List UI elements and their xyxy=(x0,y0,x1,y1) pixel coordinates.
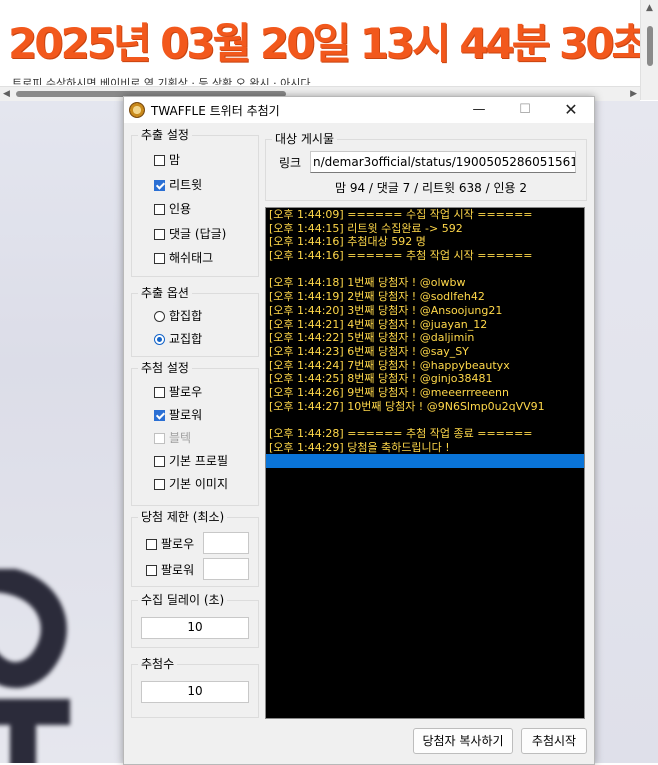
limit-follower-option[interactable]: 팔로워 xyxy=(146,562,194,578)
log-line: [오후 1:44:20] 3번째 당첨자 ! @Ansoojung21 xyxy=(269,303,503,317)
radio-intersection-dot[interactable] xyxy=(154,334,165,345)
extract-options-group: 추출 옵션 합집합 교집합 xyxy=(131,286,259,357)
limit-follower-input[interactable] xyxy=(203,558,249,580)
start-draw-button[interactable]: 추첨시작 xyxy=(521,728,587,754)
checkbox-default-image[interactable] xyxy=(154,479,165,490)
scroll-up-icon[interactable]: ▲ xyxy=(646,3,653,13)
limit-follow-option[interactable]: 팔로우 xyxy=(146,536,194,552)
draw-limit-group: 당첨 제한 (최소) 팔로우 팔로워 xyxy=(131,510,259,587)
checkbox-hashtag[interactable] xyxy=(154,253,165,264)
scrollbar-thumb-vertical[interactable] xyxy=(647,26,653,66)
draw-option-follower[interactable]: 팔로워 xyxy=(154,407,202,423)
log-line: [오후 1:44:16] ====== 추첨 작업 시작 ====== xyxy=(269,249,533,263)
log-console[interactable]: [오후 1:44:09] ====== 수집 작업 시작 ====== [오후 1… xyxy=(265,207,585,719)
log-line: [오후 1:44:09] ====== 수집 작업 시작 ====== xyxy=(269,208,533,221)
checkbox-follower[interactable] xyxy=(154,410,165,421)
checkbox-reply[interactable] xyxy=(154,229,165,240)
draw-option-block: 블텍 xyxy=(154,430,191,446)
extract-settings-group: 추출 설정 맘 리트윗 인용 댓글 (답글) 해쉬태그 xyxy=(131,128,259,277)
title-bar[interactable]: TWAFFLE 트위터 추첨기 — ☐ ✕ xyxy=(124,97,594,123)
maximize-button[interactable]: ☐ xyxy=(502,97,548,123)
log-line: [오후 1:44:23] 6번째 당첨자 ! @say_SY xyxy=(269,344,469,358)
post-stats: 맘 94 / 댓글 7 / 리트윗 638 / 인용 2 xyxy=(334,181,528,195)
blurred-background-image xyxy=(0,101,123,763)
winner-count-input[interactable]: 10 xyxy=(141,681,249,703)
winner-count-group: 추첨수 10 xyxy=(131,657,259,718)
checkbox-default-profile[interactable] xyxy=(154,456,165,467)
window-title: TWAFFLE 트위터 추첨기 xyxy=(151,104,280,118)
winner-count-label: 추첨수 xyxy=(138,657,178,671)
scroll-right-icon[interactable]: ▶ xyxy=(630,89,637,99)
log-line: [오후 1:44:29] 당첨을 축하드립니다 ! xyxy=(269,440,450,454)
log-line xyxy=(266,454,584,469)
log-line: [오후 1:44:21] 4번째 당첨자 ! @juayan_12 xyxy=(269,317,488,331)
minimize-button[interactable]: — xyxy=(456,97,502,123)
log-line: [오후 1:44:22] 5번째 당첨자 ! @daljimin xyxy=(269,331,475,345)
link-input[interactable]: n/demar3official/status/1900505286051561… xyxy=(310,151,576,173)
scroll-left-icon[interactable]: ◀ xyxy=(3,89,10,99)
draw-option-follow[interactable]: 팔로우 xyxy=(154,384,202,400)
draw-option-default-image[interactable]: 기본 이미지 xyxy=(154,476,228,492)
vertical-scrollbar[interactable]: ▲ xyxy=(640,0,658,100)
extract-options-label: 추출 옵션 xyxy=(138,286,192,300)
target-post-label: 대상 게시물 xyxy=(272,132,338,146)
extract-option-quote[interactable]: 인용 xyxy=(154,201,191,217)
log-line: [오후 1:44:28] ====== 추첨 작업 종료 ====== xyxy=(269,427,533,440)
copy-winners-button[interactable]: 당첨자 복사하기 xyxy=(413,728,513,754)
radio-union-dot[interactable] xyxy=(154,311,165,322)
blurred-glyph-shape xyxy=(0,569,70,763)
log-line: [오후 1:44:26] 9번째 당첨자 ! @meeerrreeenn xyxy=(269,385,509,399)
twaffle-app-icon xyxy=(129,102,145,118)
log-line: [오후 1:44:19] 2번째 당첨자 ! @sodlfeh42 xyxy=(269,290,485,304)
twaffle-window: TWAFFLE 트위터 추첨기 — ☐ ✕ 추출 설정 맘 리트윗 인용 댓글 … xyxy=(123,96,595,765)
collect-delay-input[interactable]: 10 xyxy=(141,617,249,639)
radio-intersection[interactable]: 교집합 xyxy=(154,331,202,347)
collect-delay-label: 수집 딜레이 (초) xyxy=(138,593,228,607)
draw-limit-label: 당첨 제한 (최소) xyxy=(138,510,228,524)
extract-option-hashtag[interactable]: 해쉬태그 xyxy=(154,250,213,266)
log-line: [오후 1:44:15] 리트윗 수집완료 -> 592 xyxy=(269,221,463,235)
date-banner: 2025년 03월 20일 13시 44분 30초 트로피 수상하시면 베이비로… xyxy=(0,0,640,85)
banner-date-text: 2025년 03월 20일 13시 44분 30초 xyxy=(8,19,640,68)
limit-follow-input[interactable] xyxy=(203,532,249,554)
log-line: [오후 1:44:16] 추첨대상 592 명 xyxy=(269,235,426,249)
extract-settings-label: 추출 설정 xyxy=(138,128,192,142)
log-line: [오후 1:44:25] 8번째 당첨자 ! @ginjo38481 xyxy=(269,372,493,386)
blurred-background-right xyxy=(594,101,658,763)
collect-delay-group: 수집 딜레이 (초) 10 xyxy=(131,593,259,648)
checkbox-limit-follow[interactable] xyxy=(146,539,157,550)
draw-option-default-profile[interactable]: 기본 프로필 xyxy=(154,453,228,469)
checkbox-block xyxy=(154,433,165,444)
log-line: [오후 1:44:24] 7번째 당첨자 ! @happybeautyx xyxy=(269,358,510,372)
close-button[interactable]: ✕ xyxy=(548,97,594,123)
extract-option-retweet[interactable]: 리트윗 xyxy=(154,177,202,193)
extract-option-like[interactable]: 맘 xyxy=(154,152,180,168)
checkbox-like[interactable] xyxy=(154,155,165,166)
link-label: 링크 xyxy=(279,156,302,170)
log-line: [오후 1:44:27] 10번째 당첨자 ! @9N6Slmp0u2qVV91 xyxy=(269,399,545,413)
checkbox-retweet[interactable] xyxy=(154,180,165,191)
checkbox-quote[interactable] xyxy=(154,204,165,215)
draw-settings-label: 추첨 설정 xyxy=(138,361,192,375)
checkbox-follow[interactable] xyxy=(154,387,165,398)
radio-union[interactable]: 합집합 xyxy=(154,308,202,324)
log-line: [오후 1:44:18] 1번째 당첨자 ! @olwbw xyxy=(269,276,466,290)
banner-subtext: 트로피 수상하시면 베이비로 역 기획상 · 등 상황 오 완시 · 아시다 xyxy=(12,77,311,85)
extract-option-reply[interactable]: 댓글 (답글) xyxy=(154,226,226,242)
checkbox-limit-follower[interactable] xyxy=(146,565,157,576)
draw-settings-group: 추첨 설정 팔로우 팔로워 블텍 기본 프로필 기본 이미지 xyxy=(131,361,259,506)
